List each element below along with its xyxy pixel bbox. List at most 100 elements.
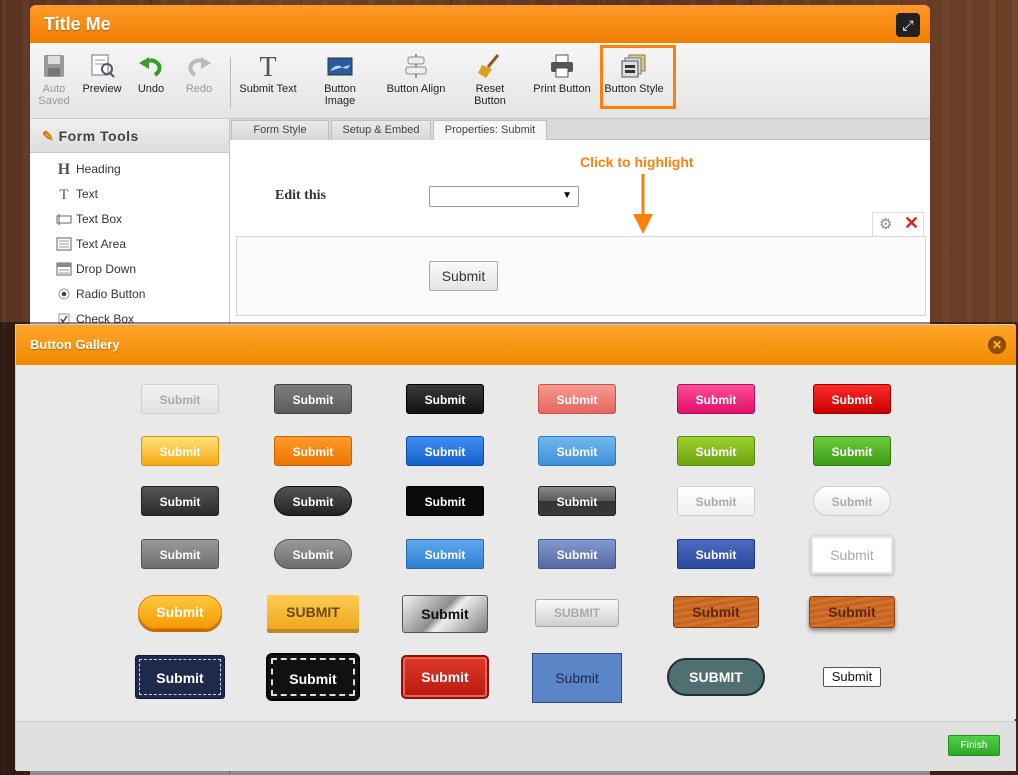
style-button-14[interactable]: Submit bbox=[274, 486, 352, 516]
redo-button: Redo bbox=[182, 53, 216, 95]
redo-icon bbox=[188, 57, 211, 77]
style-button-7[interactable]: Submit bbox=[141, 436, 219, 466]
tool-textbox[interactable]: Text Box bbox=[30, 207, 229, 232]
preview-button[interactable]: Preview bbox=[80, 53, 124, 95]
fullscreen-icon[interactable]: ⤢ bbox=[896, 13, 920, 37]
style-button-3[interactable]: Submit bbox=[406, 384, 484, 414]
click-to-highlight-hint: Click to highlight bbox=[580, 154, 694, 170]
delete-icon[interactable]: ✕ bbox=[904, 213, 919, 234]
tool-radio[interactable]: Radio Button bbox=[30, 282, 229, 307]
style-button-24[interactable]: Submit bbox=[811, 536, 893, 574]
print-button-label: Print Button bbox=[533, 83, 591, 95]
style-button-1[interactable]: Submit bbox=[141, 384, 219, 414]
finish-button[interactable]: Finish bbox=[948, 735, 1000, 756]
tab-form-style[interactable]: Form Style bbox=[231, 120, 329, 140]
style-button-17[interactable]: Submit bbox=[677, 486, 755, 516]
radio-icon bbox=[56, 287, 72, 303]
button-align-button[interactable]: Button Align bbox=[384, 53, 448, 95]
style-button-29[interactable]: Submit bbox=[673, 596, 759, 628]
button-gallery-dialog: Button Gallery ✕ Submit Submit Submit Su… bbox=[15, 324, 1016, 771]
tab-bar: Form Style Setup & Embed Properties: Sub… bbox=[230, 119, 930, 140]
tab-setup-embed[interactable]: Setup & Embed bbox=[331, 120, 431, 140]
style-button-19[interactable]: Submit bbox=[141, 539, 219, 569]
style-button-13[interactable]: Submit bbox=[141, 486, 219, 516]
style-button-5[interactable]: Submit bbox=[677, 384, 755, 414]
tool-label: Text Box bbox=[76, 212, 123, 226]
tool-heading[interactable]: H Heading bbox=[30, 157, 229, 182]
button-image-button[interactable]: Button Image bbox=[312, 53, 368, 107]
button-align-label: Button Align bbox=[386, 83, 446, 95]
image-icon bbox=[327, 57, 353, 76]
submit-text-label: Submit Text bbox=[239, 83, 297, 95]
tool-label: Heading bbox=[76, 162, 121, 176]
style-button-12[interactable]: Submit bbox=[813, 436, 891, 466]
style-button-33[interactable]: Submit bbox=[401, 655, 489, 699]
style-button-9[interactable]: Submit bbox=[406, 436, 484, 466]
style-button-8[interactable]: Submit bbox=[274, 436, 352, 466]
style-button-2[interactable]: Submit bbox=[274, 384, 352, 414]
reset-button-button[interactable]: Reset Button bbox=[468, 53, 512, 107]
text-t-icon: T bbox=[259, 53, 276, 79]
tool-list: H Heading T Text Text Box Text Area Drop D… bbox=[30, 153, 229, 332]
button-style-highlight bbox=[600, 45, 676, 109]
style-button-28[interactable]: SUBMIT bbox=[535, 599, 619, 627]
form-tools-title: Form Tools bbox=[58, 128, 139, 144]
form-submit-button[interactable]: Submit bbox=[429, 261, 498, 291]
form-title[interactable]: Title Me bbox=[44, 14, 111, 35]
tab-properties-submit[interactable]: Properties: Submit bbox=[433, 120, 547, 140]
printer-icon bbox=[551, 54, 573, 78]
toolbar: Auto Saved Preview Undo Redo T Submit Te… bbox=[30, 43, 930, 119]
style-button-4[interactable]: Submit bbox=[538, 384, 616, 414]
style-button-27[interactable]: Submit bbox=[402, 595, 488, 633]
undo-icon bbox=[139, 57, 162, 77]
style-button-34[interactable]: Submit bbox=[532, 653, 622, 703]
tool-text[interactable]: T Text bbox=[30, 182, 229, 207]
broom-icon bbox=[478, 54, 500, 78]
style-button-18[interactable]: Submit bbox=[813, 486, 891, 516]
undo-button[interactable]: Undo bbox=[134, 53, 168, 95]
save-icon bbox=[44, 55, 64, 77]
style-button-32[interactable]: Submit bbox=[266, 653, 360, 701]
textarea-icon bbox=[56, 237, 72, 253]
style-button-30[interactable]: Submit bbox=[809, 596, 895, 628]
preview-icon bbox=[91, 54, 115, 78]
gear-icon[interactable]: ⚙ bbox=[879, 215, 892, 233]
submit-text-button[interactable]: T Submit Text bbox=[236, 53, 300, 95]
edit-this-dropdown[interactable]: ▼ bbox=[429, 186, 579, 207]
tool-label: Radio Button bbox=[76, 287, 146, 301]
tool-label: Text bbox=[76, 187, 99, 201]
title-bar: Title Me ⤢ bbox=[30, 5, 930, 43]
edit-this-label[interactable]: Edit this bbox=[275, 188, 326, 204]
toolbar-separator bbox=[230, 57, 231, 109]
style-button-22[interactable]: Submit bbox=[538, 539, 616, 569]
style-button-36[interactable]: Submit bbox=[823, 667, 881, 687]
tool-label: Drop Down bbox=[76, 262, 137, 276]
print-button-button[interactable]: Print Button bbox=[530, 53, 594, 95]
align-icon bbox=[405, 54, 427, 78]
style-button-31[interactable]: Submit bbox=[135, 655, 225, 699]
style-button-23[interactable]: Submit bbox=[677, 539, 755, 569]
style-button-11[interactable]: Submit bbox=[677, 436, 755, 466]
style-button-15[interactable]: Submit bbox=[406, 486, 484, 516]
style-button-35[interactable]: SUBMIT bbox=[667, 658, 765, 696]
textbox-icon bbox=[56, 212, 72, 228]
style-button-10[interactable]: Submit bbox=[538, 436, 616, 466]
tool-dropdown[interactable]: Drop Down bbox=[30, 257, 229, 282]
form-tools-header: ✎ Form Tools bbox=[30, 119, 229, 153]
gallery-footer: Finish bbox=[16, 721, 1016, 771]
style-button-6[interactable]: Submit bbox=[813, 384, 891, 414]
close-icon[interactable]: ✕ bbox=[988, 336, 1006, 354]
style-button-16[interactable]: Submit bbox=[538, 486, 616, 516]
gallery-header: Button Gallery ✕ bbox=[16, 325, 1016, 365]
tool-label: Text Area bbox=[76, 237, 127, 251]
style-button-21[interactable]: Submit bbox=[406, 539, 484, 569]
style-button-20[interactable]: Submit bbox=[274, 539, 352, 569]
row-tools: ⚙ ✕ bbox=[872, 212, 924, 236]
tool-textarea[interactable]: Text Area bbox=[30, 232, 229, 257]
reset-button-label: Reset Button bbox=[474, 83, 506, 107]
svg-text:T: T bbox=[259, 53, 276, 79]
style-button-26[interactable]: SUBMIT bbox=[267, 595, 359, 629]
style-button-25[interactable]: Submit bbox=[138, 595, 222, 629]
submit-row[interactable]: Submit bbox=[236, 236, 926, 316]
heading-icon: H bbox=[57, 161, 71, 178]
